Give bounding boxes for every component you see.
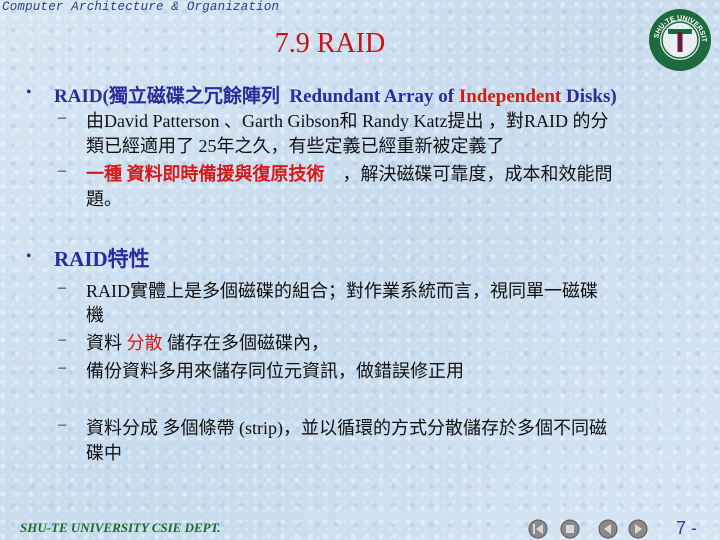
dash-icon: – — [58, 279, 66, 296]
sub-item-text: 資料 — [86, 333, 127, 353]
sub-item-text: 類已經適用了 25年之久，有些定義已經重新被定義了 — [86, 136, 505, 156]
sub-item-text: 題。 — [86, 189, 122, 209]
page-number: 7 - — [676, 518, 698, 538]
sub-item-text: 儲存在多個磁碟內， — [162, 333, 329, 353]
sub-item-single-disk-cont: 機 — [86, 301, 104, 327]
first-slide-icon[interactable] — [528, 519, 548, 539]
sub-item-text: RAID實體上是多個磁碟的組合；對作業系統而言，視同單一磁碟 — [86, 281, 598, 301]
bullet-dot-icon: • — [26, 84, 32, 101]
sub-item-text: 備份資料多用來儲存同位元資訊，做錯誤修正用 — [86, 361, 464, 381]
next-slide-icon[interactable] — [628, 519, 648, 539]
dash-icon: – — [58, 109, 66, 126]
sub-item-text: 由David Patterson 、Garth Gibson和 Randy Ka… — [86, 111, 609, 131]
highlight-distributed: 分散 — [126, 333, 163, 353]
dash-icon: – — [58, 331, 66, 348]
sub-item-striping: 資料分成 多個條帶 (strip)，並以循環的方式分散儲存於多個不同磁 — [86, 414, 607, 440]
previous-slide-icon[interactable] — [598, 519, 618, 539]
stop-icon[interactable] — [560, 519, 580, 539]
bullet-raid-features: RAID特性 — [54, 243, 150, 273]
sub-item-origin-cont: 類已經適用了 25年之久，有些定義已經重新被定義了 — [86, 132, 505, 158]
university-logo: SHU-TE UNIVERSITY — [648, 8, 711, 71]
bullet-raid-definition: RAID(獨立磁碟之冗餘陣列 Redundant Array of Indepe… — [54, 81, 617, 108]
sub-item-text: ，解決磁碟可靠度，成本和效能問 — [342, 164, 613, 184]
sub-item-technique-cont: 題。 — [86, 185, 122, 211]
bullet-text-english: Redundant Array of — [289, 86, 459, 107]
dash-icon: – — [58, 162, 66, 179]
sub-item-origin: 由David Patterson 、Garth Gibson和 Randy Ka… — [86, 107, 608, 133]
sub-item-striping-cont: 碟中 — [86, 439, 122, 465]
sub-item-text: 資料分成 多個條帶 (strip)，並以循環的方式分散儲存於多個不同磁 — [86, 418, 607, 438]
dash-icon: – — [58, 359, 66, 376]
bullet-dot-icon: • — [26, 248, 32, 265]
highlight-independent: Independent — [458, 86, 562, 107]
sub-item-single-disk: RAID實體上是多個磁碟的組合；對作業系統而言，視同單一磁碟 — [86, 277, 598, 303]
sub-item-technique: 一種 資料即時備援與復原技術 ，解決磁碟可靠度，成本和效能問 — [86, 160, 613, 186]
bullet-text: RAID特性 — [54, 247, 150, 271]
sub-item-distributed: 資料 分散 儲存在多個磁碟內， — [86, 329, 329, 355]
bullet-text: RAID(獨立磁碟之冗餘陣列 — [54, 86, 280, 107]
sub-item-text: 碟中 — [86, 443, 122, 463]
highlight-technique: 一種 資料即時備援與復原技術 — [86, 164, 325, 184]
slide-title: 7.9 RAID — [274, 28, 386, 59]
footer-department: SHU-TE UNIVERSITY CSIE DEPT. — [20, 520, 221, 535]
sub-item-text: 機 — [86, 305, 104, 325]
bullet-text-end: Disks) — [561, 86, 617, 107]
sub-item-parity: 備份資料多用來儲存同位元資訊，做錯誤修正用 — [86, 357, 464, 383]
dash-icon: – — [58, 416, 66, 433]
course-title: Computer Architecture & Organization — [2, 0, 280, 14]
